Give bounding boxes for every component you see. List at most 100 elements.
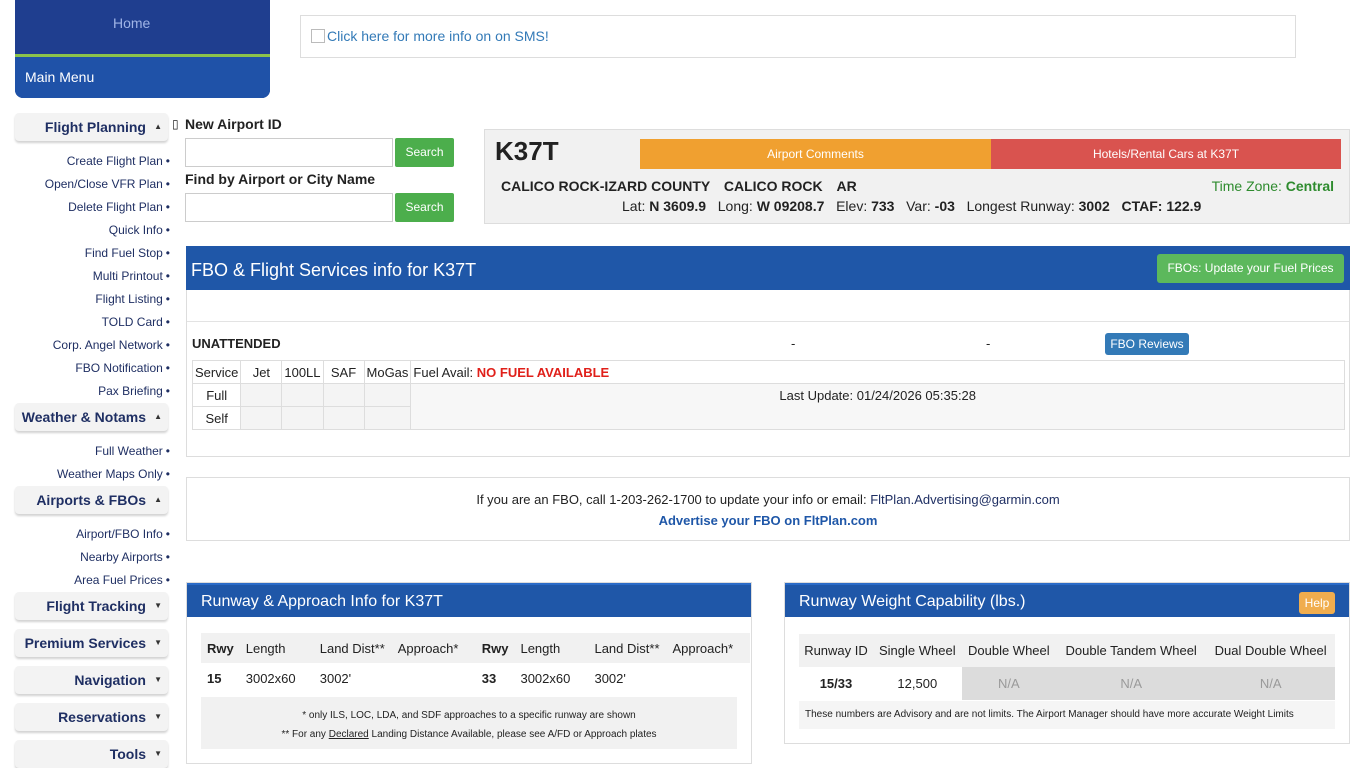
sidebar-item-weather-maps-only[interactable]: Weather Maps Only •	[57, 467, 170, 481]
city-name-input[interactable]	[185, 193, 393, 222]
sidebar-item-label[interactable]: Pax Briefing	[98, 384, 163, 398]
sidebar-item-quick-info[interactable]: Quick Info •	[109, 223, 170, 237]
help-button[interactable]: Help	[1299, 592, 1335, 614]
sidebar-item-label[interactable]: Full Weather	[95, 444, 163, 458]
runway-header-cell: Land Dist**	[313, 633, 392, 663]
sidebar-section-premium-services[interactable]: Premium Services ▼	[15, 629, 168, 657]
main-menu-bar[interactable]: Main Menu	[15, 57, 270, 98]
home-logo-image[interactable]: Home	[113, 15, 173, 33]
airport-city: CALICO ROCK	[723, 178, 823, 194]
sidebar-section-label: Navigation	[74, 672, 146, 688]
elev-label: Elev:	[836, 198, 868, 214]
sidebar-item-fbo-notification[interactable]: FBO Notification •	[75, 361, 170, 375]
sidebar-item-label[interactable]: TOLD Card	[102, 315, 163, 329]
sidebar-section-navigation[interactable]: Navigation ▼	[15, 666, 168, 694]
runway-header-cell: Approach*	[391, 633, 476, 663]
sidebar-item-label[interactable]: Open/Close VFR Plan	[45, 177, 163, 191]
sidebar-section-weather-notams[interactable]: Weather & Notams ▲	[15, 403, 168, 431]
update-fuel-prices-button[interactable]: FBOs: Update your Fuel Prices	[1157, 254, 1344, 283]
sidebar-section-label: Flight Tracking	[46, 598, 146, 614]
runway-panel-title: Runway & Approach Info for K37T	[201, 593, 443, 610]
sidebar-item-area-fuel-prices[interactable]: Area Fuel Prices •	[74, 573, 170, 587]
sms-info-link-text[interactable]: Click here for more info on on SMS!	[327, 28, 549, 44]
fbo-frequency: -	[986, 336, 991, 351]
var-label: Var:	[906, 198, 931, 214]
contact-text: If you are an FBO, call 1-203-262-1700 t…	[476, 492, 867, 507]
sidebar-item-label[interactable]: Weather Maps Only	[57, 467, 163, 481]
runway-header-cell: Length	[514, 633, 589, 663]
sidebar-item-flight-listing[interactable]: Flight Listing •	[95, 292, 170, 306]
sidebar-item-delete-flight-plan[interactable]: Delete Flight Plan •	[68, 200, 170, 214]
sidebar-item-label[interactable]: Quick Info	[109, 223, 163, 237]
bullet-icon: •	[165, 269, 170, 283]
caret-down-icon: ▼	[154, 638, 162, 647]
sidebar-item-told-card[interactable]: TOLD Card •	[102, 315, 170, 329]
table-row: Service Jet 100LL SAF MoGas Fuel Avail: …	[191, 360, 1345, 384]
sidebar-item-corp-angel-network[interactable]: Corp. Angel Network •	[53, 338, 170, 352]
sidebar-item-label[interactable]: Airport/FBO Info	[76, 527, 163, 541]
sidebar-item-label[interactable]: Flight Listing	[95, 292, 162, 306]
airport-state: AR	[836, 178, 857, 194]
city-search-button[interactable]: Search	[395, 193, 454, 222]
home-logo-link[interactable]: Home	[15, 0, 270, 55]
sidebar-item-create-flight-plan[interactable]: Create Flight Plan •	[67, 154, 170, 168]
fbo-reviews-button[interactable]: FBO Reviews	[1105, 333, 1189, 355]
weight-panel-header: Runway Weight Capability (lbs.) Help	[785, 583, 1349, 617]
sidebar-item-label[interactable]: Delete Flight Plan	[68, 200, 163, 214]
bullet-icon: •	[165, 467, 170, 481]
airport-comments-button[interactable]: Airport Comments	[640, 139, 991, 169]
declared-note-suffix: Landing Distance Available, please see A…	[371, 729, 657, 740]
sidebar-section-tools[interactable]: Tools ▼	[15, 740, 168, 768]
hotels-rental-cars-button[interactable]: Hotels/Rental Cars at K37T	[991, 139, 1341, 169]
sidebar-item-airport-fbo-info[interactable]: Airport/FBO Info •	[76, 527, 170, 541]
sidebar-item-pax-briefing[interactable]: Pax Briefing •	[98, 384, 170, 398]
sidebar-item-open-close-vfr-plan[interactable]: Open/Close VFR Plan •	[45, 177, 170, 191]
fuel-header-jet: Jet	[240, 360, 283, 384]
advertise-fbo-link[interactable]: Advertise your FBO on FltPlan.com	[187, 513, 1349, 528]
toggle-icon[interactable]: ▯	[172, 117, 179, 131]
sidebar-item-label[interactable]: Multi Printout	[93, 269, 163, 283]
airport-id-input[interactable]	[185, 138, 393, 167]
bullet-icon: •	[165, 200, 170, 214]
sidebar-item-label[interactable]: Corp. Angel Network	[53, 338, 163, 352]
runway-cell: 3002'	[319, 670, 352, 686]
sidebar-item-multi-printout[interactable]: Multi Printout •	[93, 269, 170, 283]
find-airport-label: Find by Airport or City Name	[185, 171, 376, 187]
weight-cell: 12,500	[897, 676, 938, 691]
sidebar-item-find-fuel-stop[interactable]: Find Fuel Stop •	[85, 246, 170, 260]
runway-header-cell: Approach*	[666, 633, 751, 663]
sidebar-item-label[interactable]: Nearby Airports	[80, 550, 163, 564]
sidebar-item-nearby-airports[interactable]: Nearby Airports •	[80, 550, 170, 564]
lat-value: N 3609.9	[649, 198, 707, 214]
declared-note: ** For any Declared Landing Distance Ava…	[201, 729, 737, 740]
airport-info-box: K37T Airport Comments Hotels/Rental Cars…	[484, 129, 1350, 224]
fbo-section-body: UNATTENDED - - FBO Reviews Service Jet 1…	[186, 290, 1350, 457]
weight-panel-title: Runway Weight Capability (lbs.)	[799, 593, 1026, 610]
advertising-email-link[interactable]: FltPlan.Advertising@garmin.com	[870, 492, 1059, 507]
sidebar-item-full-weather[interactable]: Full Weather •	[95, 444, 170, 458]
main-menu-label[interactable]: Main Menu	[25, 69, 94, 85]
sms-info-link[interactable]: Click here for more info on on SMS!	[311, 28, 549, 44]
weight-cell: N/A	[1206, 667, 1335, 700]
sidebar-section-reservations[interactable]: Reservations ▼	[15, 703, 168, 731]
sidebar-item-label[interactable]: Find Fuel Stop	[85, 246, 163, 260]
sidebar-item-label[interactable]: Area Fuel Prices	[74, 573, 163, 587]
runway-header-cell: Rwy	[475, 633, 515, 663]
fuel-cell	[281, 383, 324, 407]
sidebar-item-label[interactable]: FBO Notification	[75, 361, 162, 375]
sidebar-section-flight-planning[interactable]: Flight Planning ▲	[15, 113, 168, 141]
weight-header-cell: Double Wheel	[961, 634, 1056, 667]
header-logo-block: Home Main Menu	[15, 0, 270, 98]
new-airport-label: New Airport ID	[185, 116, 282, 132]
sidebar-section-airports-fbos[interactable]: Airports & FBOs ▲	[15, 486, 168, 514]
runway-cell: 3002'	[594, 670, 626, 686]
bullet-icon: •	[165, 154, 170, 168]
airport-search-button[interactable]: Search	[395, 138, 454, 167]
weight-cell: 15/33	[819, 676, 853, 691]
timezone-value: Central	[1285, 178, 1334, 194]
bullet-icon: •	[165, 177, 170, 191]
weight-header-cell: Runway ID	[799, 634, 873, 667]
sidebar-section-flight-tracking[interactable]: Flight Tracking ▼	[15, 592, 168, 620]
declared-link[interactable]: Declared	[329, 729, 369, 740]
sidebar-item-label[interactable]: Create Flight Plan	[67, 154, 163, 168]
